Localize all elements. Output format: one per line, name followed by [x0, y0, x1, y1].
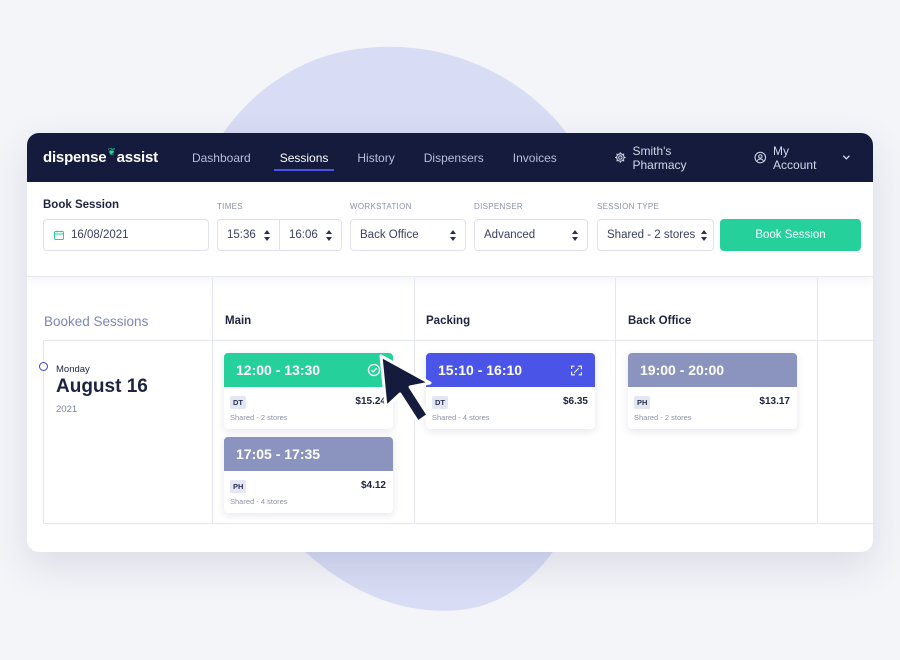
- dispenser-label: DISPENSER: [474, 202, 523, 211]
- booked-sessions-title: Booked Sessions: [44, 314, 149, 329]
- session-card-header: 12:00 - 13:30: [224, 353, 393, 387]
- session-time: 12:00 - 13:30: [236, 362, 321, 378]
- grid-divider: [615, 278, 616, 523]
- gear-icon: [614, 152, 626, 163]
- nav-item-invoices[interactable]: Invoices: [513, 133, 557, 182]
- chevron-down-icon: [843, 155, 851, 160]
- leaf-icon: ❦: [107, 147, 116, 158]
- user-icon: [754, 151, 767, 164]
- session-type: Shared - 2 stores: [230, 413, 288, 422]
- updown-icon: [264, 229, 270, 241]
- booked-sessions-grid: Booked Sessions Main Packing Back Office…: [27, 278, 873, 552]
- pharmacy-settings-link[interactable]: Smith's Pharmacy: [614, 144, 727, 172]
- day-marker-icon: [39, 362, 48, 371]
- nav-item-history[interactable]: History: [357, 133, 394, 182]
- logo[interactable]: dispense ❦ assist: [43, 147, 159, 166]
- session-card-body: DT $15.24 Shared - 2 stores: [224, 387, 393, 429]
- session-price: $13.17: [759, 396, 790, 407]
- column-header-back-office: Back Office: [628, 315, 692, 327]
- column-header-main: Main: [225, 315, 252, 327]
- session-type-select[interactable]: Shared - 2 stores: [597, 219, 714, 251]
- pharmacy-name: Smith's Pharmacy: [632, 143, 687, 172]
- nav-item-dashboard[interactable]: Dashboard: [192, 133, 251, 182]
- day-date: August 16: [56, 376, 148, 397]
- session-card-header: 15:10 - 16:10: [426, 353, 595, 387]
- session-type: Shared - 4 stores: [432, 413, 490, 422]
- dispenser-tag: PH: [634, 396, 651, 409]
- session-card[interactable]: 19:00 - 20:00 PH $13.17 Shared - 2 store…: [628, 353, 797, 429]
- dispenser-tag: DT: [230, 396, 246, 409]
- session-type-value: Shared - 2 stores: [607, 229, 696, 241]
- date-input[interactable]: 16/08/2021: [43, 219, 209, 251]
- book-session-bar: Book Session 16/08/2021 TIMES 15:36 16:0…: [27, 182, 873, 277]
- grid-divider: [212, 278, 213, 523]
- session-card-header: 19:00 - 20:00: [628, 353, 797, 387]
- logo-text-right: assist: [116, 149, 159, 166]
- time-start-select[interactable]: 15:36: [217, 219, 280, 251]
- account-menu[interactable]: My Account: [754, 144, 857, 172]
- session-card[interactable]: 15:10 - 16:10 DT $6.35 Shared - 4 stores: [426, 353, 595, 429]
- updown-icon: [701, 229, 707, 241]
- book-session-title: Book Session: [43, 199, 120, 211]
- workstation-value: Back Office: [360, 229, 419, 241]
- grid-divider: [43, 340, 873, 341]
- workstation-label: WORKSTATION: [350, 202, 412, 211]
- logo-text-left: dispense: [43, 149, 107, 166]
- session-time: 15:10 - 16:10: [438, 362, 523, 378]
- time-end-value: 16:06: [289, 229, 318, 241]
- mouse-cursor-icon: [379, 354, 432, 424]
- time-end-select[interactable]: 16:06: [279, 219, 342, 251]
- session-card-body: PH $13.17 Shared - 2 stores: [628, 387, 797, 429]
- session-type: Shared - 4 stores: [230, 497, 288, 506]
- calendar-icon: [54, 230, 64, 240]
- grid-divider: [43, 523, 873, 524]
- nav-item-sessions[interactable]: Sessions: [273, 133, 335, 182]
- dispenser-tag: PH: [230, 480, 247, 493]
- day-year: 2021: [56, 404, 78, 415]
- column-header-packing: Packing: [426, 315, 471, 327]
- session-time: 19:00 - 20:00: [640, 362, 725, 378]
- session-time: 17:05 - 17:35: [236, 446, 321, 462]
- account-label: My Account: [773, 143, 817, 172]
- session-type-label: SESSION TYPE: [597, 202, 660, 211]
- top-nav: dispense ❦ assist Dashboard Sessions Histo…: [27, 133, 873, 182]
- session-card[interactable]: 17:05 - 17:35 PH $4.12 Shared - 4 stores: [224, 437, 393, 513]
- times-label: TIMES: [217, 202, 243, 211]
- updown-icon: [450, 229, 456, 241]
- session-card-body: PH $4.12 Shared - 4 stores: [224, 471, 393, 513]
- session-type: Shared - 2 stores: [634, 413, 692, 422]
- session-card[interactable]: 12:00 - 13:30 DT $15.24 Shared - 2 store…: [224, 353, 393, 429]
- dispenser-select[interactable]: Advanced: [474, 219, 588, 251]
- date-value: 16/08/2021: [71, 229, 129, 241]
- nav-right: Smith's Pharmacy My Account: [586, 144, 857, 172]
- swap-icon: [571, 365, 582, 375]
- session-price: $4.12: [360, 480, 386, 491]
- day-weekday: Monday: [56, 364, 90, 375]
- workstation-select[interactable]: Back Office: [350, 219, 466, 251]
- session-price: $6.35: [562, 396, 588, 407]
- updown-icon: [326, 229, 332, 241]
- session-card-header: 17:05 - 17:35: [224, 437, 393, 471]
- nav-menu: Dashboard Sessions History Dispensers In…: [192, 133, 586, 182]
- nav-item-dispensers[interactable]: Dispensers: [424, 133, 484, 182]
- session-card-body: DT $6.35 Shared - 4 stores: [426, 387, 595, 429]
- grid-divider: [817, 278, 818, 523]
- updown-icon: [572, 229, 578, 241]
- book-session-button[interactable]: Book Session: [720, 219, 861, 251]
- app-window: dispense ❦ assist Dashboard Sessions Histo…: [27, 133, 873, 552]
- time-start-value: 15:36: [227, 229, 256, 241]
- dispenser-value: Advanced: [484, 229, 536, 241]
